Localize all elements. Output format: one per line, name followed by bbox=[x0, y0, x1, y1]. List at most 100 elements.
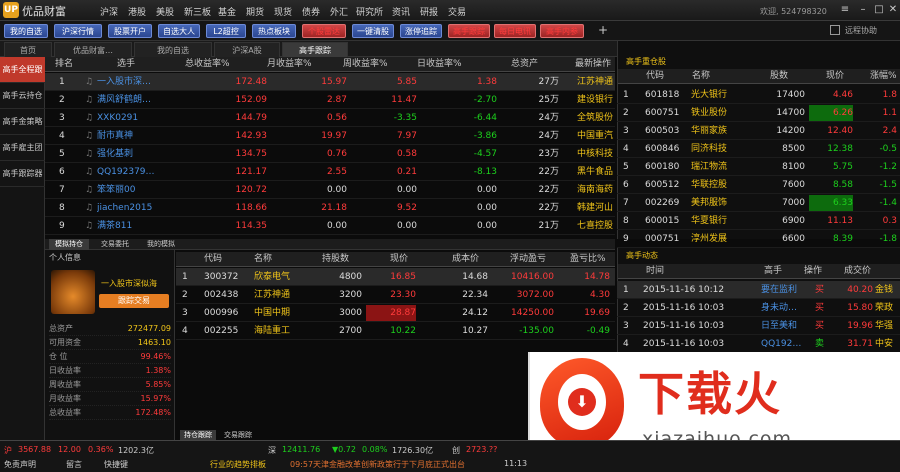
stock-name-cell[interactable]: 铁业股份 bbox=[691, 105, 755, 121]
expert-track-button[interactable]: 高手跟踪 bbox=[448, 24, 490, 38]
table-row[interactable]: 6 600512 华联控股 7600 8.58 -1.5 bbox=[617, 176, 900, 194]
stock-name-cell[interactable]: 江苏神通 bbox=[254, 287, 314, 303]
stock-name-cell[interactable]: 华联控股 bbox=[691, 177, 755, 193]
table-row[interactable]: 2 2015-11-16 10:03 身未动… 买 15.80 荣政 bbox=[617, 299, 900, 317]
col-h-code[interactable]: 代码 bbox=[204, 252, 222, 267]
tab-trade-track[interactable]: 交易跟踪 bbox=[220, 430, 256, 440]
tab-ashares[interactable]: 沪深A股 bbox=[214, 42, 280, 57]
stock-name-cell[interactable]: 淳州发展 bbox=[691, 231, 755, 247]
market-button[interactable]: 沪深行情 bbox=[54, 24, 102, 38]
col-week-return[interactable]: 周收益率% bbox=[343, 57, 388, 72]
col-h-plpct[interactable]: 盈亏比% bbox=[570, 252, 606, 267]
stock-cell[interactable]: 金钱 bbox=[875, 282, 900, 298]
latest-op-cell[interactable]: 七喜控股 bbox=[577, 218, 615, 234]
player-name-cell[interactable]: 满茶811 bbox=[97, 218, 191, 234]
table-row[interactable]: 4 002255 海陆重工 2700 10.22 10.27 -135.00 -0.49 bbox=[176, 322, 615, 340]
table-row[interactable]: 3 000996 中国中期 3000 28.87 24.12 14250.00 19.69 bbox=[176, 304, 615, 322]
sidebar-item-cloud[interactable]: 高手云持仓 bbox=[0, 83, 45, 109]
stock-radar-button[interactable]: 个股雷达 bbox=[302, 24, 346, 38]
col-h-name[interactable]: 名称 bbox=[254, 252, 272, 267]
col-h-cost[interactable]: 成本价 bbox=[452, 252, 479, 267]
latest-op-cell[interactable]: 黑牛食品 bbox=[577, 164, 615, 180]
insider-button[interactable]: 高手内参 bbox=[540, 24, 584, 38]
col-day-return[interactable]: 日收益率% bbox=[417, 57, 462, 72]
chat-icon[interactable]: ♫ bbox=[85, 110, 93, 126]
latest-op-cell[interactable]: 江苏神通 bbox=[577, 74, 615, 90]
player-name-cell[interactable]: 一入股市深… bbox=[97, 74, 191, 90]
expert-cell[interactable]: 身未动… bbox=[761, 300, 809, 316]
tab-sim-holdings[interactable]: 模拟持仓 bbox=[49, 239, 89, 250]
col-expert[interactable]: 高手 bbox=[764, 264, 782, 279]
table-row[interactable]: 7 ♫ 笨笨丽00 120.72 0.00 0.00 0.00 22万 海南海药 bbox=[45, 181, 615, 199]
l2-button[interactable]: L2超控 bbox=[206, 24, 246, 38]
table-row[interactable]: 2 002438 江苏神通 3200 23.30 22.34 3072.00 4.30 bbox=[176, 286, 615, 304]
menu-research[interactable]: 研究所 bbox=[356, 5, 383, 18]
stock-name-cell[interactable]: 华夏银行 bbox=[691, 213, 755, 229]
menu-shenzhen[interactable]: 沪深 bbox=[100, 5, 118, 18]
expert-cell[interactable]: QQ192… bbox=[761, 336, 809, 352]
chat-icon[interactable]: ♫ bbox=[85, 182, 93, 198]
latest-op-cell[interactable]: 韩建河山 bbox=[577, 200, 615, 216]
hot-sector-button[interactable]: 热点板块 bbox=[252, 24, 296, 38]
table-row[interactable]: 5 600180 瑞江物流 8100 5.75 -1.2 bbox=[617, 158, 900, 176]
remote-assist-link[interactable]: 远程协助 bbox=[845, 25, 877, 36]
chat-icon[interactable]: ♫ bbox=[85, 92, 93, 108]
expert-cell[interactable]: 日至美和 bbox=[761, 318, 809, 334]
menu-hk[interactable]: 港股 bbox=[128, 5, 146, 18]
sidebar-item-full-track[interactable]: 高手全程跟 bbox=[0, 57, 45, 83]
table-row[interactable]: 5 ♫ 强化基刺 134.75 0.76 0.58 -4.57 23万 中核科技 bbox=[45, 145, 615, 163]
table-row[interactable]: 3 600503 华丽家族 14200 12.40 2.4 bbox=[617, 122, 900, 140]
menu-forex[interactable]: 外汇 bbox=[330, 5, 348, 18]
table-row[interactable]: 4 600846 同济科技 8500 12.38 -0.5 bbox=[617, 140, 900, 158]
menu-neeq[interactable]: 新三板 bbox=[184, 5, 211, 18]
table-row[interactable]: 8 600015 华夏银行 6900 11.13 0.3 bbox=[617, 212, 900, 230]
player-name-cell[interactable]: jiachen2015 bbox=[97, 200, 191, 216]
menu-news[interactable]: 资讯 bbox=[392, 5, 410, 18]
chat-icon[interactable]: ♫ bbox=[85, 74, 93, 90]
tab-youpin[interactable]: 优品财富… bbox=[54, 42, 132, 57]
stock-name-cell[interactable]: 同济科技 bbox=[691, 141, 755, 157]
chat-icon[interactable]: ♫ bbox=[85, 128, 93, 144]
menu-spot[interactable]: 现货 bbox=[274, 5, 292, 18]
col-change[interactable]: 涨幅% bbox=[870, 69, 897, 84]
col-latest-op[interactable]: 最新操作 bbox=[575, 57, 611, 72]
stock-name-cell[interactable]: 美邦服饰 bbox=[691, 195, 755, 211]
chat-icon[interactable]: ♫ bbox=[85, 200, 93, 216]
col-month-return[interactable]: 月收益率% bbox=[267, 57, 312, 72]
ticker-title[interactable]: 行业的趋势排板 bbox=[210, 459, 266, 470]
stock-name-cell[interactable]: 欣泰电气 bbox=[254, 269, 314, 285]
daily-news-button[interactable]: 每日电讯 bbox=[494, 24, 536, 38]
table-row[interactable]: 3 2015-11-16 10:03 日至美和买 19.96 华强 bbox=[617, 317, 900, 335]
col-operation[interactable]: 操作 bbox=[804, 264, 822, 279]
add-icon[interactable]: + bbox=[598, 23, 608, 37]
menu-icon[interactable]: ≡ bbox=[838, 3, 852, 17]
menu-bond[interactable]: 债券 bbox=[302, 5, 320, 18]
table-row[interactable]: 1 2015-11-16 10:12 要在监利买 40.20 金钱 bbox=[617, 281, 900, 299]
col-code[interactable]: 代码 bbox=[646, 69, 664, 84]
menu-trade[interactable]: 交易 bbox=[448, 5, 466, 18]
menu-us[interactable]: 美股 bbox=[156, 5, 174, 18]
menu-futures[interactable]: 期货 bbox=[246, 5, 264, 18]
col-time[interactable]: 时间 bbox=[646, 264, 664, 279]
limit-track-button[interactable]: 涨停追踪 bbox=[400, 24, 442, 38]
tab-my-sim[interactable]: 我的模拟 bbox=[141, 239, 181, 250]
table-row[interactable]: 2 ♫ 满风舒鹤朗… 152.09 2.87 11.47 -2.70 25万 建设银行 bbox=[45, 91, 615, 109]
col-rank[interactable]: 排名 bbox=[55, 57, 73, 72]
table-row[interactable]: 3 ♫ XXK0291 144.79 0.56 -3.35 -6.44 24万 全筑股份 bbox=[45, 109, 615, 127]
table-row[interactable]: 1 ♫ 一入股市深… 172.48 15.97 5.85 1.38 27万 江苏神通 bbox=[45, 73, 615, 91]
table-row[interactable]: 4 ♫ 耐市真神 142.93 19.97 7.97 -3.86 24万 中国重汽 bbox=[45, 127, 615, 145]
tab-home[interactable]: 首页 bbox=[4, 42, 52, 57]
player-name-cell[interactable]: 强化基刺 bbox=[97, 146, 191, 162]
table-row[interactable]: 1 601818 光大银行 17400 4.46 1.8 bbox=[617, 86, 900, 104]
sidebar-item-employer[interactable]: 高手雇主团 bbox=[0, 135, 45, 161]
disclaimer-link[interactable]: 免责声明 bbox=[4, 459, 36, 470]
col-h-qty[interactable]: 持股数 bbox=[322, 252, 349, 267]
latest-op-cell[interactable]: 建设银行 bbox=[577, 92, 615, 108]
chat-icon[interactable]: ♫ bbox=[85, 218, 93, 234]
col-h-price[interactable]: 现价 bbox=[390, 252, 408, 267]
tab-orders[interactable]: 交易委托 bbox=[95, 239, 135, 250]
stock-cell[interactable]: 华强 bbox=[875, 318, 900, 334]
table-row[interactable]: 1 300372 欣泰电气 4800 16.85 14.68 10416.00 14.78 bbox=[176, 268, 615, 286]
table-row[interactable]: 6 ♫ QQ192379… 121.17 2.55 0.21 -8.13 22万 黑牛食品 bbox=[45, 163, 615, 181]
latest-op-cell[interactable]: 中核科技 bbox=[577, 146, 615, 162]
